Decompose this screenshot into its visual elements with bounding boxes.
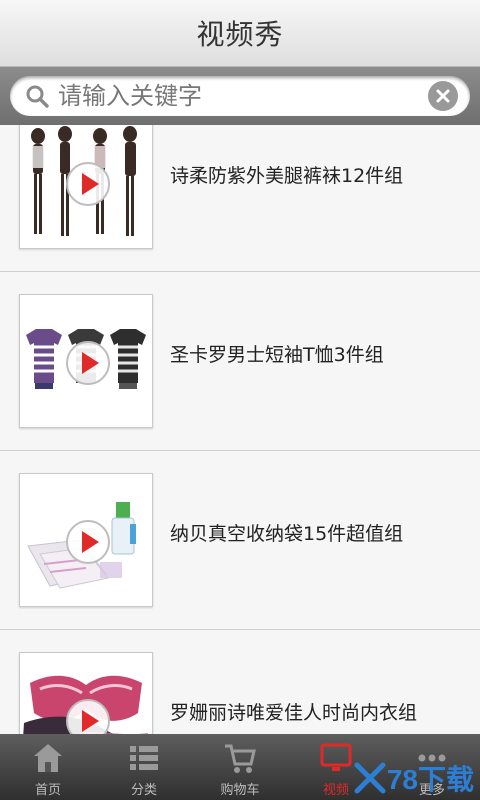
play-icon: [82, 531, 99, 553]
tab-category[interactable]: 分类: [96, 734, 192, 800]
play-button[interactable]: [66, 699, 110, 735]
search-input[interactable]: [56, 81, 420, 111]
tab-label: 购物车: [220, 783, 260, 798]
watermark-text: 78下载: [386, 764, 474, 795]
video-thumbnail[interactable]: [19, 473, 153, 607]
watermark: 78下载: [353, 758, 474, 798]
home-icon: [34, 744, 62, 772]
search-field[interactable]: [10, 76, 470, 116]
search-bar: [0, 67, 480, 125]
video-thumbnail[interactable]: [19, 294, 153, 428]
item-title: 圣卡罗男士短袖T恤3件组: [170, 344, 384, 366]
video-icon: [320, 743, 352, 771]
tab-cart[interactable]: 购物车: [192, 734, 288, 800]
search-icon: [26, 85, 49, 108]
title-bar: 视频秀: [0, 0, 480, 67]
page-title: 视频秀: [196, 18, 284, 51]
cart-icon: [225, 744, 256, 773]
play-button[interactable]: [66, 162, 110, 206]
list-item[interactable]: 圣卡罗男士短袖T恤3件组: [0, 272, 480, 451]
play-icon: [82, 710, 99, 732]
tab-label: 视频: [322, 783, 349, 798]
list-item[interactable]: 诗柔防紫外美腿裤袜12件组: [0, 125, 480, 272]
play-button[interactable]: [66, 341, 110, 385]
play-icon: [82, 352, 99, 374]
list-icon: [130, 746, 158, 770]
tab-label: 首页: [34, 783, 61, 798]
tab-home[interactable]: 首页: [0, 734, 96, 800]
item-title: 纳贝真空收纳袋15件超值组: [170, 523, 404, 545]
tab-label: 分类: [130, 783, 157, 798]
list-item[interactable]: 纳贝真空收纳袋15件超值组: [0, 451, 480, 630]
play-icon: [82, 173, 99, 195]
list-item[interactable]: 罗姗丽诗唯爱佳人时尚内衣组: [0, 630, 480, 735]
item-title: 罗姗丽诗唯爱佳人时尚内衣组: [170, 702, 418, 724]
video-thumbnail[interactable]: [19, 652, 153, 735]
item-title: 诗柔防紫外美腿裤袜12件组: [170, 165, 404, 187]
clear-icon: [436, 89, 450, 103]
video-thumbnail[interactable]: [19, 125, 153, 249]
play-button[interactable]: [66, 520, 110, 564]
video-list: 诗柔防紫外美腿裤袜12件组 圣卡罗男士短袖T恤3件组 纳贝真空收纳袋15件超值组…: [0, 125, 480, 735]
watermark-logo-icon: [354, 762, 386, 794]
clear-button[interactable]: [428, 81, 458, 111]
